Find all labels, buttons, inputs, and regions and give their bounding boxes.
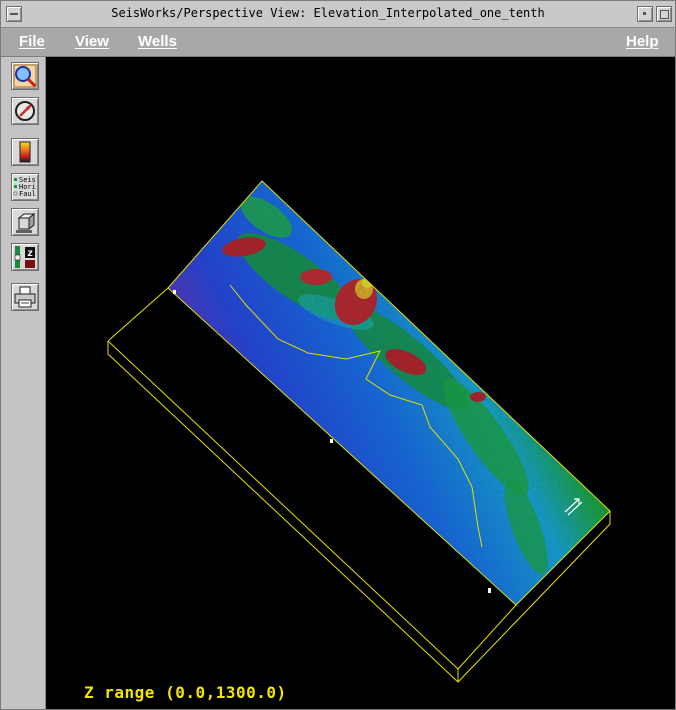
menu-file[interactable]: File	[19, 33, 45, 50]
z-letter: z	[27, 248, 33, 259]
faul-label: Faul	[19, 190, 36, 198]
printer-icon	[14, 286, 36, 308]
menu-bar: File View Wells Help	[1, 28, 675, 57]
colorbar-icon	[19, 141, 31, 163]
zoom-tool-button[interactable]	[11, 62, 39, 90]
cube-tool-button[interactable]	[11, 208, 39, 236]
display-toggle-tool-button[interactable]: Seis Hori Faul	[11, 173, 39, 201]
menu-help[interactable]: Help	[626, 33, 659, 50]
perspective-view-canvas[interactable]: Z range (0.0,1300.0)	[46, 57, 675, 709]
menu-wells[interactable]: Wells	[138, 33, 177, 50]
terrain-3d-view	[107, 180, 611, 683]
seis-hori-faul-icon: Seis Hori Faul	[13, 176, 36, 198]
z-range-readout: Z range (0.0,1300.0)	[84, 683, 287, 702]
compass-icon	[15, 101, 35, 121]
window-menu-button[interactable]	[6, 6, 22, 22]
well-marker	[173, 290, 176, 294]
colorbar-tool-button[interactable]	[11, 138, 39, 166]
elevation-surface	[168, 181, 610, 605]
well-marker	[488, 588, 491, 593]
perspective-view-window: SeisWorks/Perspective View: Elevation_In…	[0, 0, 676, 710]
magnifier-icon	[13, 64, 37, 88]
well-marker	[330, 439, 333, 443]
tool-palette: Seis Hori Faul z	[1, 57, 46, 709]
rotate-tool-button[interactable]	[11, 97, 39, 125]
z-scale-tool-button[interactable]: z	[11, 243, 39, 271]
minimize-button[interactable]	[637, 6, 653, 22]
title-bar[interactable]: SeisWorks/Perspective View: Elevation_In…	[1, 1, 675, 28]
cube-icon	[16, 212, 36, 233]
maximize-button[interactable]	[656, 6, 672, 22]
menu-view[interactable]: View	[75, 33, 109, 50]
print-tool-button[interactable]	[11, 283, 39, 311]
window-title: SeisWorks/Perspective View: Elevation_In…	[111, 6, 545, 20]
z-slider-icon: z	[14, 246, 35, 268]
